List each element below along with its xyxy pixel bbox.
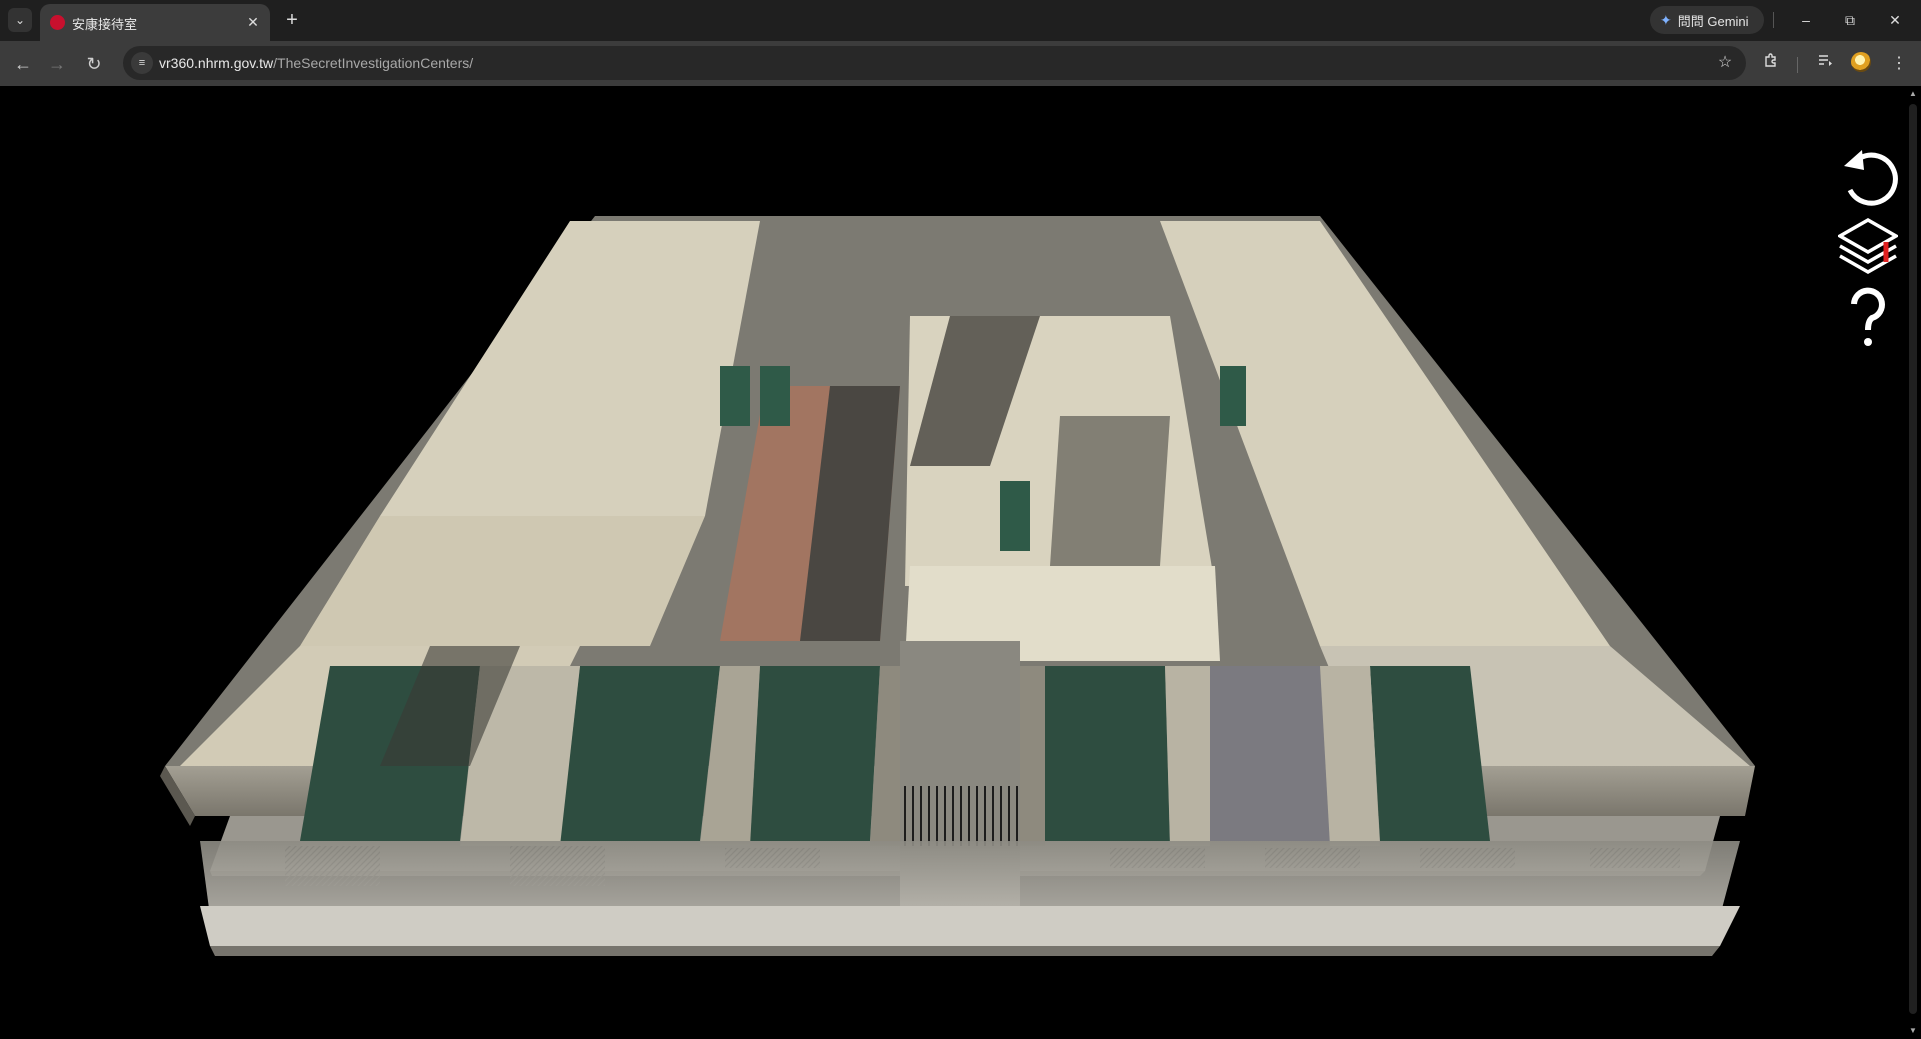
star-icon: ☆ xyxy=(1717,54,1733,71)
help-button[interactable] xyxy=(1838,286,1898,350)
page-scrollbar[interactable]: ▲ ▼ xyxy=(1905,86,1921,1039)
gemini-sparkle-icon: ✦ xyxy=(1660,11,1672,28)
layers-icon xyxy=(1836,217,1900,275)
browser-window: ⌄ 安康接待室 ✕ + ✦ 問問 Gemini – ⧉ ✕ ← → ↻ ≡ vr… xyxy=(0,0,1921,1039)
chrome-menu-button[interactable]: ⋮ xyxy=(1886,51,1912,77)
divider xyxy=(1797,57,1798,73)
scroll-down-arrow-icon[interactable]: ▼ xyxy=(1909,1027,1917,1035)
vr-viewport[interactable] xyxy=(0,86,1905,1039)
forward-button[interactable]: → xyxy=(44,51,70,77)
reload-button[interactable]: ↻ xyxy=(81,51,107,77)
minimize-button[interactable]: – xyxy=(1791,8,1821,32)
url-host: vr360.nhrm.gov.tw xyxy=(159,55,274,71)
divider xyxy=(1773,12,1774,28)
tab-strip: ⌄ 安康接待室 ✕ + ✦ 問問 Gemini – ⧉ ✕ xyxy=(0,0,1921,41)
building-3d-model[interactable] xyxy=(0,86,1905,1039)
puzzle-icon xyxy=(1765,53,1776,67)
kebab-icon: ⋮ xyxy=(1891,55,1907,72)
address-bar[interactable]: ≡ vr360.nhrm.gov.tw/TheSecretInvestigati… xyxy=(123,46,1746,80)
scroll-thumb[interactable] xyxy=(1909,104,1917,1014)
gemini-label: 問問 Gemini xyxy=(1677,13,1749,29)
url-path: /TheSecretInvestigationCenters/ xyxy=(273,55,474,71)
arrow-left-icon: ← xyxy=(14,54,32,74)
browser-toolbar: ← → ↻ ≡ vr360.nhrm.gov.tw/TheSecretInves… xyxy=(0,41,1921,86)
arrow-right-icon: → xyxy=(48,54,66,74)
bookmark-star-button[interactable]: ☆ xyxy=(1714,52,1736,74)
new-tab-button[interactable]: + xyxy=(281,9,303,31)
chevron-down-icon: ⌄ xyxy=(14,13,26,27)
front-ledge xyxy=(200,841,1740,956)
plus-icon: + xyxy=(286,9,298,31)
reset-view-button[interactable] xyxy=(1838,146,1898,210)
tune-icon: ≡ xyxy=(138,57,146,69)
tab-search-button[interactable]: ⌄ xyxy=(8,8,32,32)
tab-title: 安康接待室 xyxy=(72,17,138,32)
extensions-button[interactable] xyxy=(1758,51,1784,77)
back-button[interactable]: ← xyxy=(10,51,36,77)
question-mark-icon xyxy=(1851,287,1885,346)
tab-active[interactable]: 安康接待室 ✕ xyxy=(40,4,270,41)
rotate-left-icon xyxy=(1844,150,1898,206)
restore-button[interactable]: ⧉ xyxy=(1835,8,1865,32)
floors-button[interactable] xyxy=(1836,216,1900,280)
close-window-button[interactable]: ✕ xyxy=(1880,8,1910,32)
url-text[interactable]: vr360.nhrm.gov.tw/TheSecretInvestigation… xyxy=(159,55,473,71)
reload-icon: ↻ xyxy=(86,54,102,74)
profile-avatar[interactable] xyxy=(1851,52,1871,72)
ask-gemini-button[interactable]: ✦ 問問 Gemini xyxy=(1650,6,1764,34)
scroll-up-arrow-icon[interactable]: ▲ xyxy=(1909,90,1917,98)
site-favicon-icon xyxy=(50,15,65,30)
close-icon[interactable]: ✕ xyxy=(244,13,262,31)
media-controls-button[interactable] xyxy=(1812,51,1838,77)
playlist-icon xyxy=(1819,55,1832,66)
site-info-button[interactable]: ≡ xyxy=(131,52,153,74)
iron-gate xyxy=(900,786,1020,846)
